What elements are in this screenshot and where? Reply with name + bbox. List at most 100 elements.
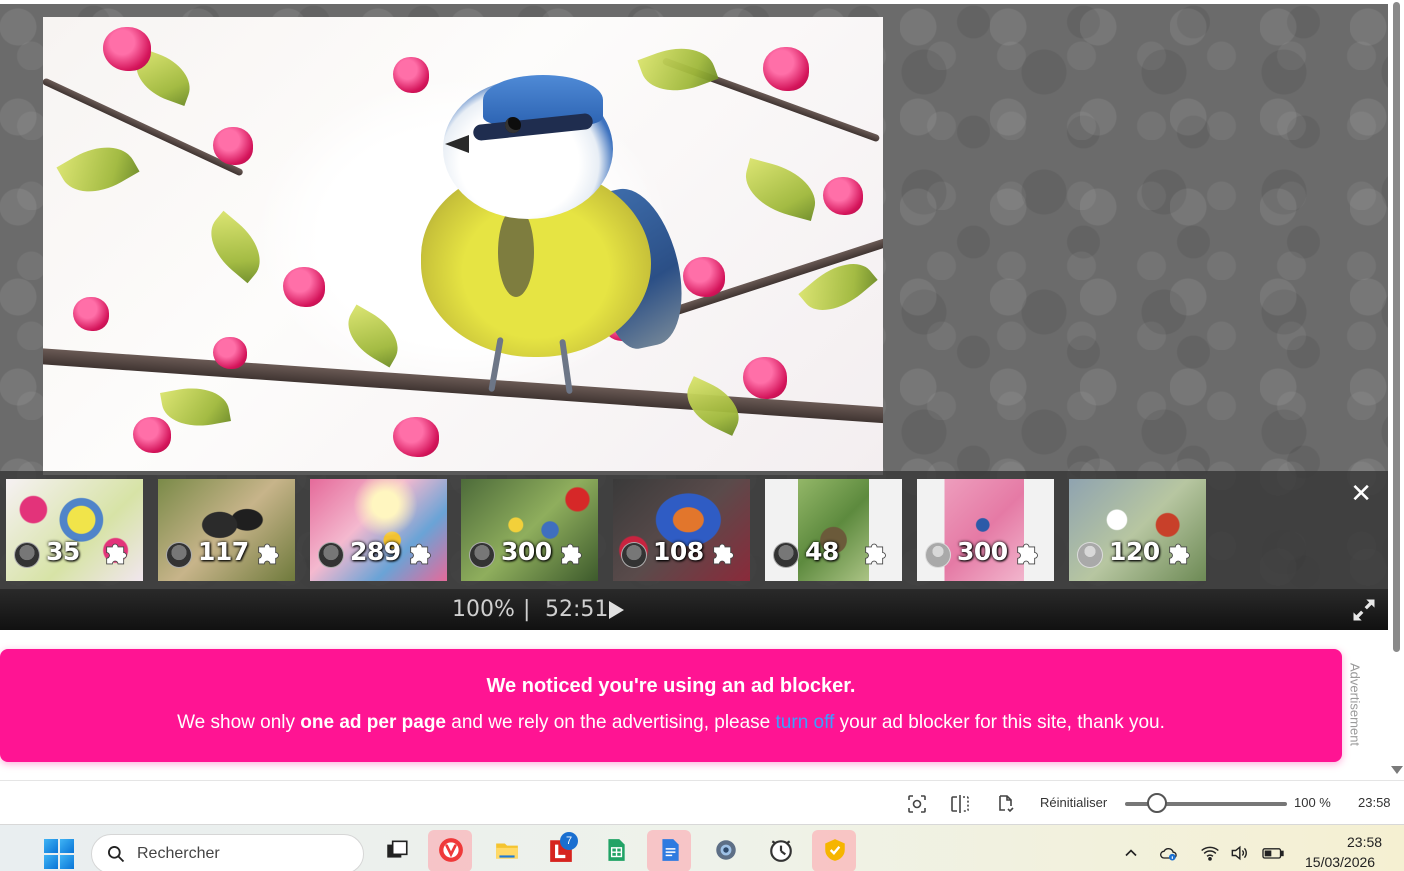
adblock-msg-part: and we rely on the advertising, please — [446, 712, 776, 733]
taskbar-clock-time[interactable]: 23:58 — [1347, 834, 1382, 850]
leaf — [197, 210, 274, 284]
puzzle-piece-icon — [258, 543, 279, 565]
puzzle-thumbnail[interactable]: 117 — [158, 479, 295, 581]
shield-app-icon[interactable] — [812, 830, 856, 871]
blossom — [763, 47, 809, 91]
piece-count: 117 — [198, 537, 249, 566]
blossom — [213, 127, 253, 165]
piece-count: 300 — [957, 537, 1008, 566]
start-tile — [60, 855, 74, 869]
gear-glyph — [716, 840, 736, 860]
shield-glyph — [825, 839, 845, 861]
adblock-msg-bold: one ad per page — [300, 712, 446, 733]
browser-status-bar: Réinitialiser 100 % 23:58 — [0, 780, 1404, 824]
progress-percent: 100% — [452, 597, 515, 622]
taskbar-search-input[interactable]: Rechercher — [91, 834, 364, 871]
puzzle-piece-icon — [1169, 543, 1190, 565]
leaf — [160, 381, 231, 433]
docs-icon[interactable] — [647, 830, 691, 871]
fullscreen-icon[interactable] — [1350, 596, 1378, 624]
capture-icon[interactable] — [905, 792, 929, 816]
windows-taskbar: Rechercher 7 23:58 15/03/2026 — [0, 824, 1404, 871]
adblock-message: We show only one ad per page and we rely… — [0, 712, 1342, 734]
puzzle-thumbnail[interactable]: 289 — [310, 479, 447, 581]
docs-glyph — [662, 839, 679, 861]
puzzle-stage[interactable]: 35 117 289 300 108 48 300 120 ✕ 100% | 5… — [0, 0, 1388, 630]
blossom — [213, 337, 247, 369]
taskview-glyph — [387, 840, 408, 858]
blossom — [393, 57, 429, 93]
adblock-notice: We noticed you're using an ad blocker. W… — [0, 649, 1342, 762]
blossom — [393, 417, 439, 457]
sheets-icon[interactable] — [593, 830, 637, 871]
adblock-msg-part: your ad blocker for this site, thank you… — [834, 712, 1165, 733]
file-explorer-icon[interactable] — [484, 830, 528, 871]
adblock-title: We noticed you're using an ad blocker. — [486, 675, 856, 697]
puzzle-thumbnail[interactable]: 35 — [6, 479, 143, 581]
folder-glyph — [496, 843, 518, 859]
page-scrollbar[interactable] — [1388, 0, 1404, 780]
blossom — [73, 297, 109, 331]
tile-view-icon[interactable] — [948, 792, 972, 816]
windows-start-icon[interactable] — [44, 839, 74, 869]
turn-off-link[interactable]: turn off — [776, 712, 835, 733]
battery-icon[interactable] — [1260, 843, 1286, 863]
blossom — [683, 257, 725, 297]
settings-icon[interactable] — [703, 830, 747, 871]
l-app-icon[interactable]: 7 — [538, 830, 582, 871]
status-separator: | — [523, 597, 531, 622]
piece-count: 35 — [46, 537, 80, 566]
sheets-glyph — [608, 839, 625, 861]
reset-zoom-button[interactable]: Réinitialiser — [1040, 795, 1107, 810]
volume-icon[interactable] — [1228, 843, 1250, 863]
author-avatar — [621, 542, 647, 568]
leaf — [637, 36, 719, 103]
wifi-icon[interactable] — [1199, 843, 1221, 863]
vivaldi-icon[interactable] — [428, 830, 472, 871]
piece-count: 108 — [653, 537, 704, 566]
bird-beak — [445, 135, 469, 153]
scroll-down-arrow-icon[interactable] — [1391, 766, 1403, 774]
default-avatar — [1077, 542, 1103, 568]
puzzle-thumbnail[interactable]: 300 — [461, 479, 598, 581]
clock-app-icon[interactable] — [758, 830, 802, 871]
stage-top-edge — [0, 0, 1388, 4]
puzzle-piece-icon — [410, 543, 431, 565]
browser-clock: 23:58 — [1358, 795, 1391, 810]
blossom — [823, 177, 863, 215]
puzzle-image[interactable] — [43, 17, 883, 475]
puzzle-thumbnail[interactable]: 108 — [613, 479, 750, 581]
author-avatar — [773, 542, 799, 568]
cloud-sync-icon[interactable] — [1158, 843, 1180, 863]
puzzle-piece-icon — [106, 543, 127, 565]
default-avatar — [925, 542, 951, 568]
puzzle-thumbnail[interactable]: 300 — [917, 479, 1054, 581]
clock-glyph — [770, 840, 792, 862]
taskview-icon[interactable] — [374, 830, 418, 871]
piece-count: 120 — [1109, 537, 1160, 566]
blossom — [743, 357, 787, 399]
bird-eye — [505, 117, 521, 133]
puzzle-piece-icon — [713, 543, 734, 565]
leaf — [738, 158, 823, 221]
search-placeholder: Rechercher — [137, 845, 220, 862]
play-icon[interactable] — [609, 601, 624, 619]
zoom-slider-thumb[interactable] — [1147, 793, 1168, 813]
taskbar-clock-date[interactable]: 15/03/2026 — [1305, 854, 1375, 870]
zoom-level: 100 % — [1294, 795, 1331, 810]
puzzle-thumbnail[interactable]: 48 — [765, 479, 902, 581]
puzzle-thumbnail[interactable]: 120 — [1069, 479, 1206, 581]
blossom — [283, 267, 325, 307]
page-actions-icon[interactable] — [993, 792, 1017, 816]
author-avatar — [318, 542, 344, 568]
piece-count: 48 — [805, 537, 839, 566]
notification-badge: 7 — [560, 832, 578, 850]
piece-count: 300 — [501, 537, 552, 566]
scrollbar-thumb[interactable] — [1393, 2, 1400, 652]
adblock-msg-part: We show only — [177, 712, 301, 733]
blossom — [133, 417, 171, 453]
close-icon[interactable]: ✕ — [1350, 481, 1372, 507]
advertisement-label: Advertisement — [1347, 662, 1363, 747]
puzzle-piece-icon — [1017, 543, 1038, 565]
chevron-up-icon[interactable] — [1120, 843, 1142, 863]
